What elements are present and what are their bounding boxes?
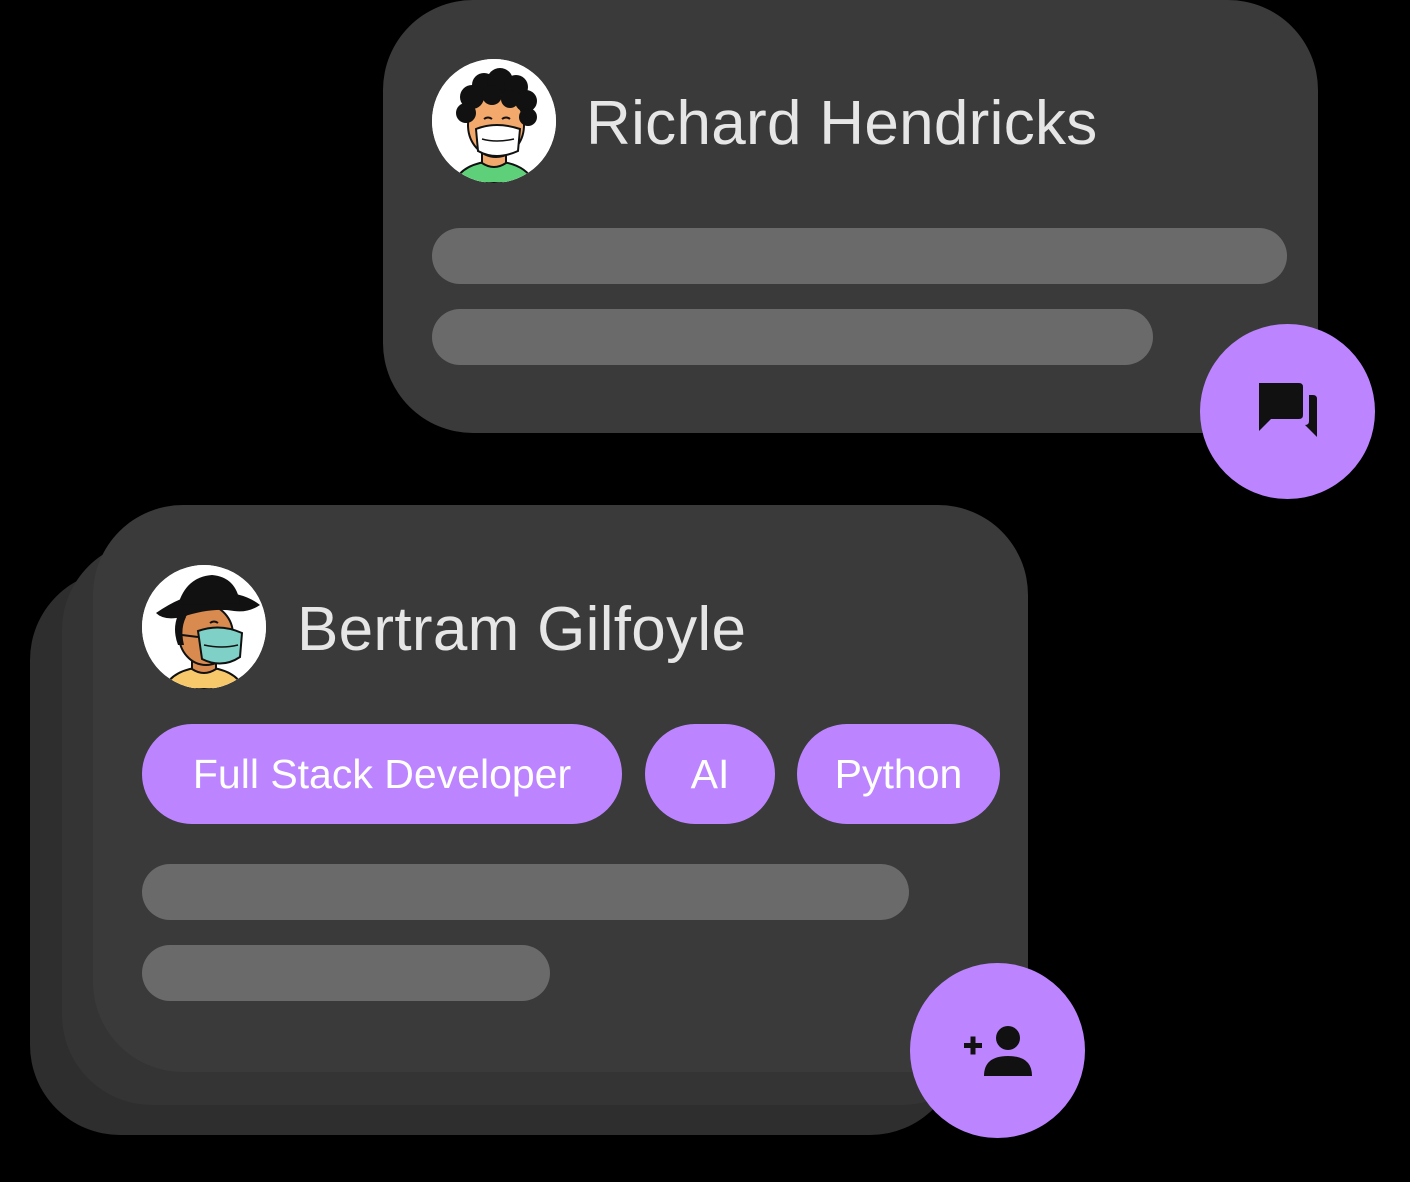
avatar (142, 565, 266, 689)
chat-bubbles-icon (1258, 382, 1317, 437)
avatar (432, 59, 556, 183)
text-placeholder-line (432, 228, 1287, 284)
profile-name: Bertram Gilfoyle (297, 595, 747, 664)
skill-tag[interactable]: AI (645, 724, 775, 824)
profile-name: Richard Hendricks (586, 89, 1098, 158)
add-contact-button[interactable] (910, 963, 1085, 1138)
text-placeholder-line (432, 309, 1153, 365)
text-placeholder-line (142, 864, 909, 920)
skill-tag[interactable]: Full Stack Developer (142, 724, 622, 824)
profile-card-richard[interactable]: Richard Hendricks (383, 0, 1318, 433)
message-button[interactable] (1200, 324, 1375, 499)
avatar-illustration (432, 59, 556, 183)
add-person-icon (963, 1025, 1032, 1076)
text-placeholder-line (142, 945, 550, 1001)
avatar-illustration (142, 565, 266, 689)
skill-tag[interactable]: Python (797, 724, 1000, 824)
